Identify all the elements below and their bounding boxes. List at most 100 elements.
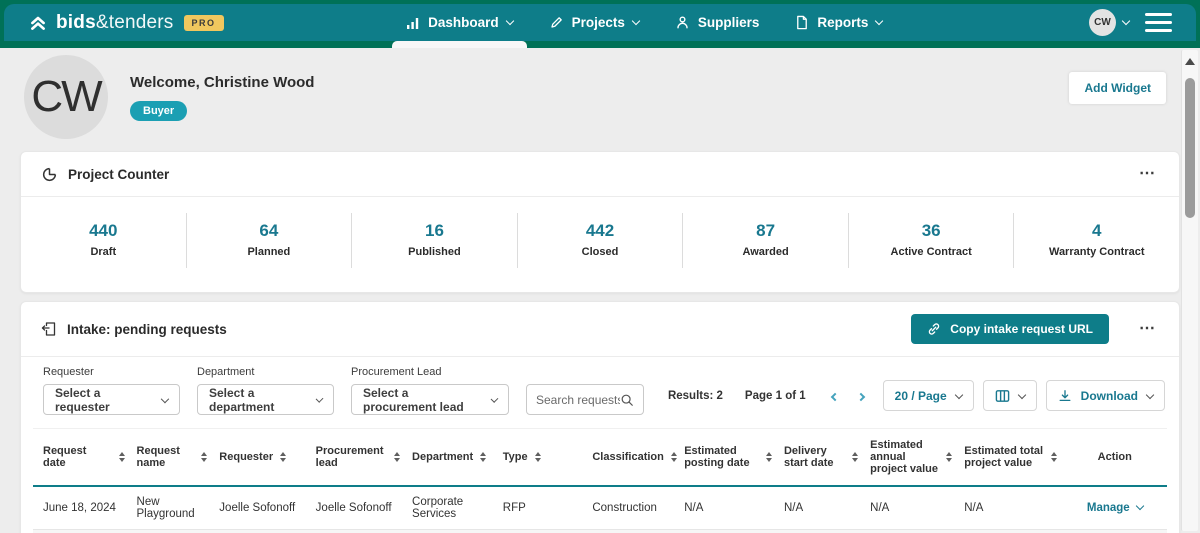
add-widget-button[interactable]: Add Widget (1069, 72, 1166, 104)
list-controls: Results: 2 Page 1 of 1 20 / Page (668, 380, 1165, 411)
column-header-type[interactable]: Type (497, 429, 587, 487)
previous-page-button[interactable] (822, 384, 848, 407)
sort-icon (119, 452, 125, 462)
user-menu[interactable]: CW (1089, 9, 1129, 36)
column-header-estimated-posting-date[interactable]: Estimated posting date (678, 429, 778, 487)
table-row: June 10, 2024 Widgets Gord Sears Not sur… (33, 530, 1167, 533)
navbar: bids&tenders PRO Dashboard Proj (4, 4, 1196, 41)
stat-awarded: 87 Awarded (683, 213, 849, 268)
sort-icon (394, 452, 400, 462)
department-select[interactable]: Select a department (197, 384, 334, 415)
avatar: CW (1089, 9, 1116, 36)
column-header-request-name[interactable]: Request name (131, 429, 214, 487)
column-header-estimated-total-project-value[interactable]: Estimated total project value (958, 429, 1062, 487)
more-options-icon[interactable]: ⋯ (1135, 164, 1159, 184)
search-input[interactable] (536, 393, 620, 407)
columns-icon (995, 389, 1010, 403)
chevron-down-icon (1122, 17, 1130, 25)
chevron-down-icon (954, 390, 962, 398)
nav-item-suppliers[interactable]: Suppliers (675, 4, 760, 41)
results-count: Results: 2 (668, 390, 723, 402)
sort-icon (671, 452, 677, 462)
welcome-section: CW Welcome, Christine Wood Buyer Add Wid… (0, 48, 1200, 151)
copy-intake-request-url-button[interactable]: Copy intake request URL (911, 314, 1109, 344)
sort-icon (535, 452, 541, 462)
download-button[interactable]: Download (1046, 380, 1165, 411)
chevron-down-icon (1146, 390, 1154, 398)
intake-header: Intake: pending requests Copy intake req… (21, 302, 1179, 357)
search-requests-box (526, 384, 644, 415)
column-header-department[interactable]: Department (406, 429, 497, 487)
column-header-requester[interactable]: Requester (213, 429, 309, 487)
double-chevron-up-icon (28, 13, 48, 33)
welcome-info: Welcome, Christine Wood Buyer (130, 74, 314, 121)
requester-select[interactable]: Select a requester (43, 384, 180, 415)
pencil-icon (549, 15, 564, 30)
column-header-classification[interactable]: Classification (586, 429, 678, 487)
next-page-button[interactable] (848, 384, 874, 407)
procurement-lead-filter: Procurement Lead Select a procurement le… (351, 366, 509, 415)
nav-label: Projects (572, 15, 625, 30)
column-header-request-date[interactable]: Request date (33, 429, 131, 487)
column-header-delivery-start-date[interactable]: Delivery start date (778, 429, 864, 487)
page-scrollbar[interactable] (1181, 50, 1198, 531)
nav-item-reports[interactable]: Reports (795, 4, 882, 41)
nav-item-dashboard[interactable]: Dashboard (406, 4, 513, 41)
columns-toggle-button[interactable] (983, 380, 1037, 411)
chevron-down-icon (632, 17, 640, 25)
hamburger-menu-icon[interactable] (1145, 10, 1172, 35)
pro-badge: PRO (184, 15, 224, 31)
stat-active-contract: 36 Active Contract (849, 213, 1015, 268)
document-export-icon (41, 321, 57, 337)
link-icon (927, 322, 941, 336)
page-indicator: Page 1 of 1 (745, 390, 806, 402)
chevron-down-icon (161, 394, 169, 402)
sort-icon (201, 452, 207, 462)
stat-warranty-contract: 4 Warranty Contract (1014, 213, 1179, 268)
project-counter-header: Project Counter ⋯ (21, 152, 1179, 197)
chevron-down-icon (1135, 502, 1143, 510)
page-title: Welcome, Christine Wood (130, 74, 314, 91)
sort-icon (480, 452, 486, 462)
sort-icon (766, 452, 772, 462)
intake-pending-requests-card: Intake: pending requests Copy intake req… (20, 301, 1180, 533)
card-title: Project Counter (68, 167, 169, 182)
avatar: CW (24, 55, 108, 139)
pie-chart-icon (41, 166, 58, 183)
brand-name: bids&tenders (56, 12, 174, 34)
download-icon (1058, 389, 1072, 403)
stat-closed: 442 Closed (518, 213, 684, 268)
stat-planned: 64 Planned (187, 213, 353, 268)
requester-filter: Requester Select a requester (43, 366, 180, 415)
chevron-down-icon (505, 17, 513, 25)
top-nav: bids&tenders PRO Dashboard Proj (0, 0, 1200, 48)
stat-published: 16 Published (352, 213, 518, 268)
column-header-estimated-annual-project-value[interactable]: Estimated annual project value (864, 429, 958, 487)
department-filter: Department Select a department (197, 366, 334, 415)
table-row: June 18, 2024 New Playground Joelle Sofo… (33, 486, 1167, 530)
column-header-procurement-lead[interactable]: Procurement lead (310, 429, 406, 487)
more-options-icon[interactable]: ⋯ (1135, 319, 1159, 339)
per-page-select[interactable]: 20 / Page (883, 380, 974, 411)
nav-item-projects[interactable]: Projects (549, 4, 639, 41)
chevron-down-icon (875, 17, 883, 25)
chevron-down-icon (1017, 390, 1025, 398)
nav-label: Dashboard (428, 15, 499, 30)
intake-requests-table: Request date Request name Requester Proc… (33, 428, 1167, 533)
document-icon (795, 15, 809, 30)
role-badge: Buyer (130, 101, 187, 121)
chevron-down-icon (315, 395, 323, 403)
card-title: Intake: pending requests (67, 322, 227, 337)
search-icon (620, 393, 634, 407)
sort-icon (852, 452, 858, 462)
stat-draft: 440 Draft (21, 213, 187, 268)
manage-button[interactable]: Manage (1069, 502, 1161, 514)
scrollbar-thumb[interactable] (1185, 78, 1195, 218)
sort-icon (946, 452, 952, 462)
main-navigation: Dashboard Projects Suppliers (406, 4, 882, 41)
brand-logo[interactable]: bids&tenders PRO (28, 12, 224, 34)
scroll-up-arrow[interactable] (1185, 58, 1195, 65)
bar-chart-icon (406, 16, 420, 30)
procurement-lead-select[interactable]: Select a procurement lead (351, 384, 509, 415)
intake-filters-row: Requester Select a requester Department … (21, 357, 1179, 428)
